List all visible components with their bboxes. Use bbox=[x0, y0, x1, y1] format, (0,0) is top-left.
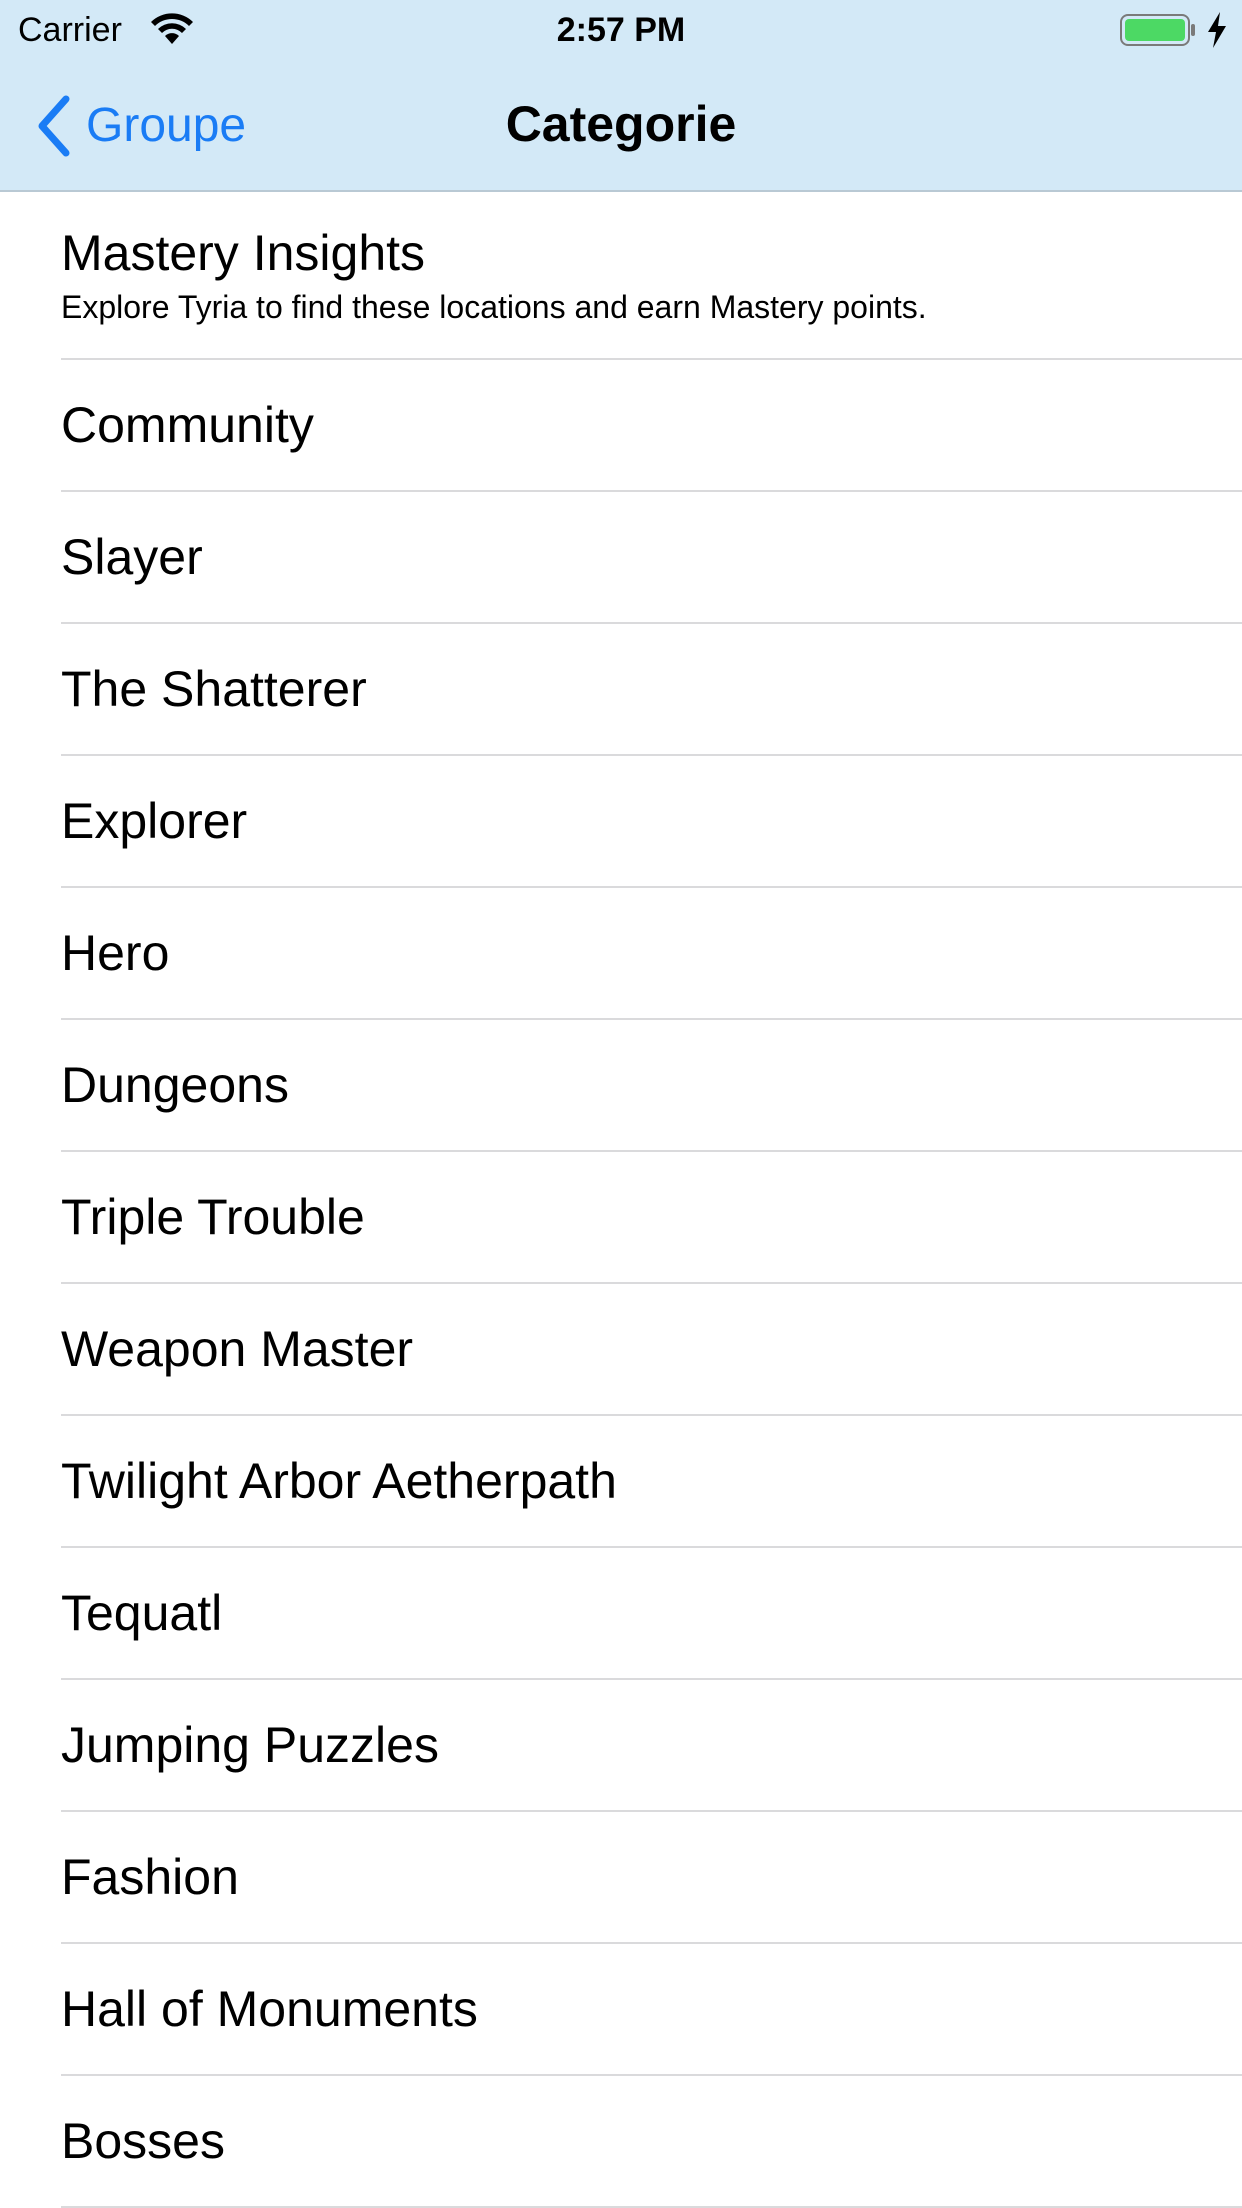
list-item-label: Dungeons bbox=[61, 1057, 289, 1113]
list-item[interactable]: Triple Trouble bbox=[61, 1152, 1242, 1284]
app-header: Carrier 2:57 PM Groupe Categorie bbox=[0, 0, 1242, 192]
list-item[interactable]: Community bbox=[61, 360, 1242, 492]
list-item[interactable]: Explorer bbox=[61, 756, 1242, 888]
list-item-label: Hall of Monuments bbox=[61, 1981, 478, 2037]
category-list: Mastery Insights Explore Tyria to find t… bbox=[0, 192, 1242, 2208]
list-item-label: Weapon Master bbox=[61, 1321, 414, 1377]
list-item[interactable]: Tequatl bbox=[61, 1548, 1242, 1680]
list-item-label: Hero bbox=[61, 925, 170, 981]
list-item-subtitle: Explore Tyria to find these locations an… bbox=[61, 289, 927, 325]
list-item[interactable]: Weapon Master bbox=[61, 1284, 1242, 1416]
list-item[interactable]: Bosses bbox=[61, 2076, 1242, 2208]
status-bar: Carrier 2:57 PM bbox=[0, 0, 1242, 60]
list-item[interactable]: Twilight Arbor Aetherpath bbox=[61, 1416, 1242, 1548]
status-time: 2:57 PM bbox=[556, 11, 686, 49]
list-item-label: Community bbox=[61, 397, 314, 453]
list-item-label: Twilight Arbor Aetherpath bbox=[61, 1453, 617, 1509]
list-item-label: Jumping Puzzles bbox=[61, 1717, 439, 1773]
list-item[interactable]: Slayer bbox=[61, 492, 1242, 624]
battery-icon bbox=[1120, 14, 1195, 46]
list-item-title: Mastery Insights bbox=[61, 225, 426, 281]
charging-bolt-icon bbox=[1208, 12, 1226, 48]
list-item-mastery-insights[interactable]: Mastery Insights Explore Tyria to find t… bbox=[61, 192, 1242, 360]
list-item-label: Explorer bbox=[61, 793, 248, 849]
list-item[interactable]: Hero bbox=[61, 888, 1242, 1020]
navigation-bar: Groupe Categorie bbox=[0, 60, 1242, 190]
list-item-label: The Shatterer bbox=[61, 661, 367, 717]
list-item-label: Fashion bbox=[61, 1849, 239, 1905]
list-item-label: Bosses bbox=[61, 2113, 225, 2169]
list-item[interactable]: Hall of Monuments bbox=[61, 1944, 1242, 2076]
list-item-label: Tequatl bbox=[61, 1585, 223, 1641]
list-item[interactable]: Dungeons bbox=[61, 1020, 1242, 1152]
page-title: Categorie bbox=[505, 96, 737, 152]
list-item-label: Slayer bbox=[61, 529, 203, 585]
list-item[interactable]: Fashion bbox=[61, 1812, 1242, 1944]
list-item[interactable]: Jumping Puzzles bbox=[61, 1680, 1242, 1812]
list-item-label: Triple Trouble bbox=[61, 1189, 365, 1245]
list-item[interactable]: The Shatterer bbox=[61, 624, 1242, 756]
